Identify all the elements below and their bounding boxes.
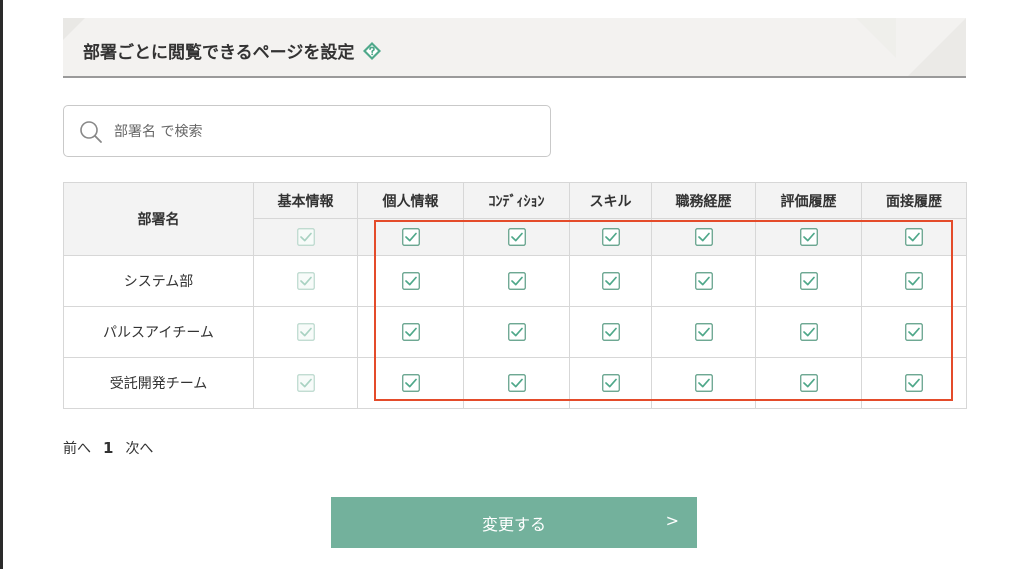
search-box[interactable] (63, 105, 551, 158)
permission-checkbox[interactable] (601, 323, 620, 341)
checkbox-cell (651, 255, 756, 307)
checkbox-cell (357, 357, 464, 409)
dept-name: 受託開発チーム (63, 357, 254, 409)
select-all-checkbox[interactable] (694, 228, 713, 246)
dept-name: パルスアイチーム (63, 306, 254, 358)
checkbox-cell (755, 255, 862, 307)
permission-checkbox[interactable] (799, 323, 818, 341)
window-edge (0, 0, 3, 569)
submit-button[interactable]: 変更する > (331, 497, 697, 548)
page-title: 部署ごとに閲覧できるページを設定 (83, 38, 382, 63)
column-header: 面接履歴 (861, 182, 967, 219)
checkbox-cell (755, 357, 862, 409)
header-decoration (63, 18, 85, 40)
section-header: 部署ごとに閲覧できるページを設定 (63, 18, 966, 78)
checkbox-cell (463, 306, 570, 358)
permission-checkbox[interactable] (507, 374, 526, 392)
checkbox-cell (861, 218, 967, 256)
permission-checkbox[interactable] (694, 323, 713, 341)
select-all-checkbox[interactable] (799, 228, 818, 246)
column-header: スキル (569, 182, 652, 219)
permission-checkbox[interactable] (694, 374, 713, 392)
permission-checkbox[interactable] (401, 374, 420, 392)
submit-label: 変更する (481, 514, 546, 534)
checkbox-cell (755, 306, 862, 358)
chevron-right-icon: > (665, 511, 679, 530)
permission-checkbox[interactable] (401, 323, 420, 341)
page-title-text: 部署ごとに閲覧できるページを設定 (83, 43, 355, 63)
pagination: 前へ 1 次へ (63, 438, 153, 458)
checkbox-cell (861, 255, 967, 307)
column-header: 個人情報 (357, 182, 464, 219)
help-diamond-icon[interactable] (362, 41, 382, 61)
search-input[interactable] (112, 106, 536, 158)
checkbox-cell (357, 306, 464, 358)
checkbox-cell (651, 306, 756, 358)
dept-name: システム部 (63, 255, 254, 307)
current-page[interactable]: 1 (103, 439, 113, 457)
checkbox-cell (463, 357, 570, 409)
checkbox-cell (357, 218, 464, 256)
checkbox-cell (253, 218, 358, 256)
checkbox-cell (755, 218, 862, 256)
checkbox-cell (253, 255, 358, 307)
checkbox-cell (463, 218, 570, 256)
select-all-checkbox[interactable] (905, 228, 923, 246)
checkbox-cell (861, 357, 967, 409)
permission-checkbox[interactable] (507, 323, 526, 341)
checkbox-cell (253, 357, 358, 409)
checkbox-cell (569, 357, 652, 409)
permission-checkbox[interactable] (694, 272, 713, 290)
permission-checkbox[interactable] (601, 272, 620, 290)
permission-checkbox[interactable] (905, 272, 923, 290)
checkbox-cell (253, 306, 358, 358)
table-row: システム部 (63, 255, 967, 307)
next-page-link[interactable]: 次へ (125, 438, 153, 458)
select-all-checkbox[interactable] (507, 228, 526, 246)
checkbox-cell (569, 255, 652, 307)
checkbox-cell (357, 255, 464, 307)
permission-checkbox (296, 272, 315, 290)
table-row: 受託開発チーム (63, 357, 967, 409)
select-all-checkbox[interactable] (401, 228, 420, 246)
permission-checkbox[interactable] (401, 272, 420, 290)
checkbox-cell (569, 306, 652, 358)
header-decoration (908, 18, 966, 76)
permission-checkbox[interactable] (601, 374, 620, 392)
checkbox-cell (861, 306, 967, 358)
permission-checkbox (296, 374, 315, 392)
header-decoration (856, 18, 896, 58)
column-header: 基本情報 (253, 182, 358, 219)
permission-checkbox[interactable] (799, 272, 818, 290)
permission-checkbox[interactable] (799, 374, 818, 392)
permission-checkbox[interactable] (905, 323, 923, 341)
column-header: ｺﾝﾃﾞｨｼｮﾝ (463, 182, 570, 219)
checkbox-cell (651, 357, 756, 409)
permission-checkbox[interactable] (905, 374, 923, 392)
select-all-checkbox (296, 228, 315, 246)
column-header: 評価履歴 (755, 182, 862, 219)
search-icon (80, 121, 102, 143)
checkbox-cell (463, 255, 570, 307)
select-all-checkbox[interactable] (601, 228, 620, 246)
dept-column-header: 部署名 (63, 182, 254, 256)
prev-page-link[interactable]: 前へ (63, 438, 91, 458)
checkbox-cell (651, 218, 756, 256)
permission-table: 部署名 基本情報 個人情報 ｺﾝﾃﾞｨｼｮﾝ スキル 職務経歴 評価履歴 面接履… (63, 182, 967, 409)
column-header: 職務経歴 (651, 182, 756, 219)
table-row: パルスアイチーム (63, 306, 967, 358)
permission-checkbox (296, 323, 315, 341)
permission-checkbox[interactable] (507, 272, 526, 290)
checkbox-cell (569, 218, 652, 256)
